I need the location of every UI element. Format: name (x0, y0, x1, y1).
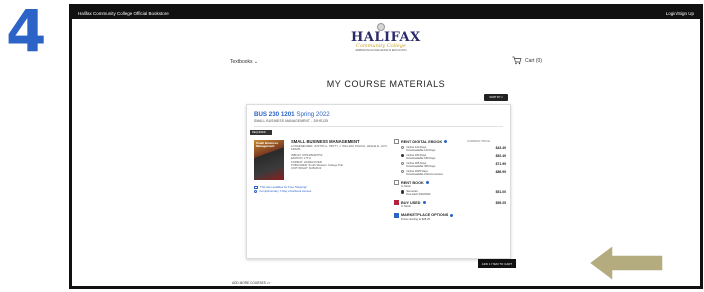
college-logo[interactable]: HALIFAX Community College EMBRACING EXCE… (351, 23, 420, 52)
bookstore-screenshot: Halifax Community College Official Books… (69, 4, 703, 289)
course-name: SMALL BUSINESS MANAGEMENT - 20HS125 (254, 119, 329, 123)
rent-price: $51.00 (495, 190, 506, 194)
info-icon[interactable] (425, 181, 429, 184)
course-term: Spring 2022 (296, 111, 330, 118)
info-icon[interactable] (450, 213, 454, 217)
book-links: This item qualifies for Free Shipping! C… (254, 185, 311, 194)
radio-button-selected[interactable] (401, 153, 405, 158)
add-more-courses-link[interactable]: ADD MORE COURSES >> (232, 281, 270, 285)
step-number: 4 (6, 0, 47, 65)
digital-ebook-checkbox[interactable] (394, 139, 399, 144)
cart-label: Cart (0) (525, 57, 542, 64)
digital-option-sub: Downloadable Lifetime Access (406, 172, 443, 176)
info-icon[interactable] (444, 140, 448, 143)
purchase-options: RENT DIGITAL EBOOK Online 120 Days Downlo… (394, 139, 506, 221)
marketplace-option: MARKETPLACE OPTIONS Prices starting at $… (394, 212, 506, 221)
complimentary-access-link[interactable]: Complimentary 7-Day eTextbook Access (254, 189, 311, 193)
rent-stock-status: In Stock (401, 185, 411, 188)
digital-option-row[interactable]: Online 365 Days Downloadable 365 Days $71… (401, 162, 506, 168)
digital-option-sub: Downloadable 365 Days (406, 164, 436, 168)
book-copyright: COPYRIGHT: 6/28/2012 (291, 166, 322, 171)
info-icon[interactable] (422, 201, 426, 205)
marketplace-heading: MARKETPLACE OPTIONS (401, 213, 449, 218)
digital-option-row[interactable]: Online 180 Days Downloadable 180 Days $52… (401, 154, 506, 160)
textbooks-menu[interactable]: Textbooks ⌄ (230, 59, 258, 65)
digital-option-price: $86.99 (495, 169, 506, 174)
digital-ebook-option: RENT DIGITAL EBOOK Online 120 Days Downlo… (394, 139, 506, 176)
rent-due-date: Due back 5/20/2022 (406, 193, 431, 197)
radio-button-selected[interactable] (401, 190, 405, 194)
book-meta: ISBN13: 9781305405752 EDITION: 17TH FORM… (291, 153, 396, 171)
course-card: BUS 230 1201 Spring 2022 SMALL BUSINESS … (246, 104, 511, 259)
cart-icon (512, 56, 522, 65)
rent-option-row[interactable]: Semester Due back 5/20/2022 $51.00 (401, 190, 506, 196)
buy-used-price: $59.25 (495, 200, 506, 205)
add-to-cart-button[interactable]: ADD 1 ITEM TO CART (478, 259, 516, 268)
page-title: MY COURSE MATERIALS (326, 79, 446, 89)
digital-option-price: $71.99 (495, 161, 506, 166)
instruction-page: 4 Halifax Community College Official Boo… (0, 0, 704, 292)
radio-button[interactable] (401, 169, 405, 174)
book-details: SMALL BUSINESS MANAGEMENT LONGENECKER, J… (291, 139, 396, 171)
textbooks-label: Textbooks (230, 59, 253, 65)
marketplace-subtext: Prices starting at $28.25 (401, 217, 430, 221)
marketplace-checkbox[interactable] (394, 212, 399, 218)
course-heading: BUS 230 1201 Spring 2022 (254, 111, 330, 118)
digital-option-sub: Downloadable 180 Days (406, 156, 436, 160)
sort-by-button[interactable]: SORT BY ▾ (484, 94, 508, 101)
top-bar: Halifax Community College Official Books… (72, 7, 700, 19)
pointer-arrow-icon (587, 243, 664, 283)
digital-ebook-heading: RENT DIGITAL EBOOK (401, 139, 443, 144)
cover-title: Small Business Management (256, 141, 279, 149)
book-authors: LONGENECKER, JUSTIN G., PETTY, J. WILLIA… (291, 144, 388, 152)
chevron-down-icon: ▾ (501, 96, 503, 99)
complimentary-label: Complimentary 7-Day eTextbook Access (259, 189, 312, 194)
buy-used-checkbox[interactable] (394, 200, 399, 206)
book-cover-image[interactable]: Small Business Management (254, 140, 284, 180)
info-icon (254, 189, 258, 194)
digital-option-row[interactable]: Online 1825 Days Downloadable Lifetime Ac… (401, 170, 506, 176)
sort-by-label: SORT BY (489, 96, 501, 99)
rent-book-heading: RENT BOOK (401, 180, 424, 185)
radio-button[interactable] (401, 145, 405, 150)
chevron-down-icon: ⌄ (253, 59, 259, 65)
course-code: BUS 230 1201 (254, 111, 295, 118)
cart-link[interactable]: Cart (0) (512, 56, 542, 65)
truck-icon (254, 185, 258, 189)
rent-book-checkbox[interactable] (394, 180, 399, 185)
digital-ebook-header: RENT DIGITAL EBOOK (394, 139, 506, 144)
store-name: Halifax Community College Official Books… (78, 10, 169, 16)
required-badge: REQUIRED (250, 130, 272, 135)
digital-option-sub: Downloadable 120 Days (406, 148, 436, 152)
used-stock-status: In Stock (401, 205, 411, 209)
buy-used-option: BUY USED $59.25 In Stock (394, 200, 506, 208)
logo-tagline: EMBRACING EXCELLENCE IN EDUCATION (355, 49, 407, 52)
radio-button[interactable] (401, 161, 405, 166)
rent-book-option: RENT BOOK In Stock Semester Due back 5/20… (394, 180, 506, 196)
digital-option-price: $43.49 (495, 145, 506, 150)
login-link[interactable]: Login/Sign Up (666, 11, 694, 16)
digital-option-price: $52.49 (495, 153, 506, 158)
divider (254, 126, 503, 127)
digital-option-row[interactable]: Online 120 Days Downloadable 120 Days $43… (401, 146, 506, 152)
